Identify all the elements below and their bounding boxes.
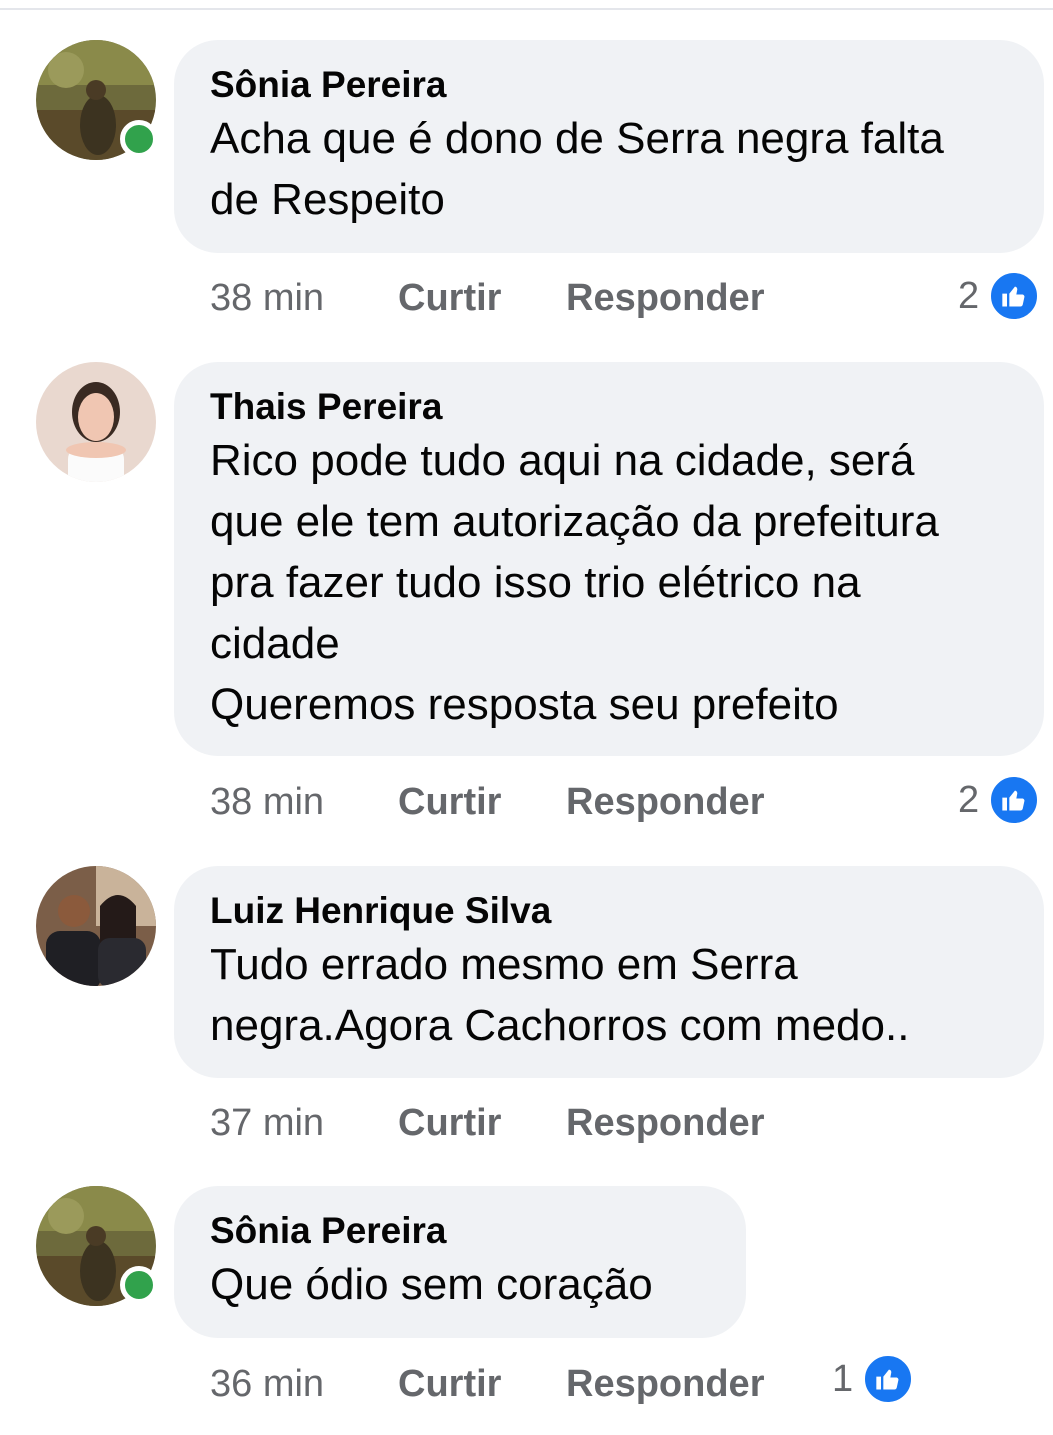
comment-text: Que ódio sem coração (210, 1260, 653, 1309)
reaction-count: 1 (832, 1357, 854, 1400)
comment-actions: 37 min Curtir Responder (210, 1098, 764, 1148)
comment-bubble: Sônia Pereira Que ódio sem coração (174, 1186, 746, 1338)
comment-actions: 38 min Curtir Responder (210, 777, 764, 827)
like-button[interactable]: Curtir (398, 781, 566, 824)
avatar[interactable] (36, 866, 156, 986)
comment-time[interactable]: 38 min (210, 277, 398, 320)
comment-author[interactable]: Luiz Henrique Silva (210, 888, 1008, 934)
reaction-count: 2 (958, 274, 980, 317)
comment-text: Tudo errado mesmo em Serra negra.Agora C… (210, 940, 910, 1050)
comment-text: Acha que é dono de Serra negra falta de … (210, 114, 944, 224)
comment-actions: 38 min Curtir Responder (210, 273, 764, 323)
top-divider (0, 8, 1053, 10)
reply-button[interactable]: Responder (566, 1363, 764, 1406)
comment-time[interactable]: 36 min (210, 1363, 398, 1406)
comment-bubble: Luiz Henrique Silva Tudo errado mesmo em… (174, 866, 1044, 1078)
reaction-summary[interactable]: 1 (832, 1354, 914, 1404)
reaction-summary[interactable]: 2 (958, 775, 1040, 825)
like-button[interactable]: Curtir (398, 1102, 566, 1145)
reply-button[interactable]: Responder (566, 1102, 764, 1145)
comment-bubble: Thais Pereira Rico pode tudo aqui na cid… (174, 362, 1044, 756)
comment-text: Rico pode tudo aqui na cidade, será que … (210, 436, 939, 729)
reaction-count: 2 (958, 778, 980, 821)
reaction-summary[interactable]: 2 (958, 271, 1040, 321)
reply-button[interactable]: Responder (566, 277, 764, 320)
comment-time[interactable]: 37 min (210, 1102, 398, 1145)
thumbs-up-icon (863, 1354, 914, 1404)
avatar[interactable] (36, 362, 156, 482)
comment-author[interactable]: Thais Pereira (210, 384, 1008, 430)
comment-author[interactable]: Sônia Pereira (210, 1208, 710, 1254)
comment-actions: 36 min Curtir Responder (210, 1359, 764, 1409)
online-status-icon (120, 1266, 158, 1304)
comment-author[interactable]: Sônia Pereira (210, 62, 1008, 108)
comment-time[interactable]: 38 min (210, 781, 398, 824)
like-button[interactable]: Curtir (398, 1363, 566, 1406)
like-button[interactable]: Curtir (398, 277, 566, 320)
online-status-icon (120, 120, 158, 158)
thumbs-up-icon (989, 271, 1040, 321)
thumbs-up-icon (989, 775, 1040, 825)
comment-bubble: Sônia Pereira Acha que é dono de Serra n… (174, 40, 1044, 253)
reply-button[interactable]: Responder (566, 781, 764, 824)
